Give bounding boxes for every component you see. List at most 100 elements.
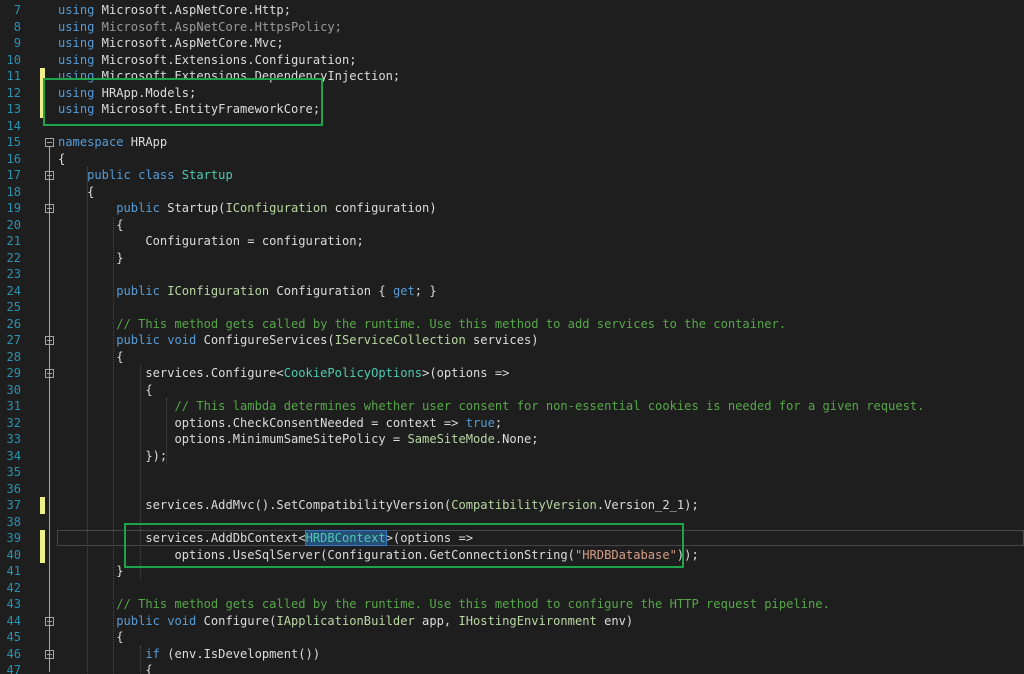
code-line[interactable]: 36 bbox=[0, 481, 1024, 498]
line-number: 36 bbox=[6, 481, 21, 496]
code-line[interactable]: 17 public class Startup bbox=[0, 167, 1024, 184]
code-token: using bbox=[58, 19, 95, 34]
code-token: using bbox=[58, 3, 95, 17]
line-number: 40 bbox=[6, 547, 21, 562]
code-token: configuration) bbox=[327, 201, 437, 215]
code-token: { bbox=[58, 663, 153, 674]
line-number: 24 bbox=[6, 283, 21, 298]
line-number: 44 bbox=[6, 613, 21, 628]
code-line[interactable]: 44 public void Configure(IApplicationBui… bbox=[0, 613, 1024, 630]
change-marker bbox=[40, 530, 45, 547]
code-text: options.CheckConsentNeeded = context => … bbox=[58, 415, 502, 432]
line-number: 10 bbox=[6, 52, 21, 67]
code-token: Microsoft.AspNetCore.HttpsPolicy; bbox=[94, 19, 342, 34]
line-number: 43 bbox=[6, 597, 21, 611]
code-line[interactable]: 46 if (env.IsDevelopment()) bbox=[0, 646, 1024, 663]
code-token: IApplicationBuilder bbox=[276, 613, 415, 628]
code-token: get bbox=[392, 283, 415, 298]
code-token: IConfiguration bbox=[225, 201, 328, 215]
code-token: // This method gets called by the runtim… bbox=[116, 597, 830, 611]
code-token: Configuration = configuration; bbox=[58, 234, 364, 248]
code-token: HRApp bbox=[123, 135, 168, 149]
line-number: 32 bbox=[6, 415, 21, 430]
code-token: IServiceCollection bbox=[334, 333, 466, 347]
code-token: public bbox=[116, 283, 160, 298]
code-line[interactable]: 22 } bbox=[0, 250, 1024, 267]
code-text: services.AddMvc().SetCompatibilityVersio… bbox=[58, 497, 699, 514]
code-text: options.MinimumSameSitePolicy = SameSite… bbox=[58, 431, 539, 448]
code-token: services.Configure< bbox=[58, 366, 284, 380]
line-number: 21 bbox=[6, 234, 21, 248]
code-text: { bbox=[58, 382, 152, 399]
code-text: public void ConfigureServices(IServiceCo… bbox=[58, 332, 538, 349]
line-number: 15 bbox=[6, 135, 21, 149]
code-token: (env.IsDevelopment()) bbox=[159, 646, 321, 661]
annotation-box-adddbcontext bbox=[124, 523, 684, 568]
code-line[interactable]: 9 using Microsoft.AspNetCore.Mvc; bbox=[0, 35, 1024, 52]
code-text: Configuration = configuration; bbox=[58, 233, 364, 250]
code-token: { bbox=[58, 151, 66, 166]
code-token: { bbox=[58, 184, 95, 199]
code-line[interactable]: 29 services.Configure<CookiePolicyOption… bbox=[0, 365, 1024, 382]
line-number: 18 bbox=[6, 184, 21, 199]
code-line[interactable]: 15 namespace HRApp bbox=[0, 134, 1024, 151]
indent-guide bbox=[166, 398, 167, 464]
code-token: options.CheckConsentNeeded = context => bbox=[58, 415, 466, 430]
code-line[interactable]: 7 using Microsoft.AspNetCore.Http; bbox=[0, 2, 1024, 19]
code-token: IConfiguration bbox=[167, 283, 270, 298]
indent-guide bbox=[113, 216, 114, 674]
code-token: .Version_2_1); bbox=[596, 498, 699, 512]
code-line[interactable]: 45 { bbox=[0, 629, 1024, 646]
outline-line bbox=[49, 658, 50, 672]
code-token: using bbox=[58, 36, 95, 50]
line-number: 28 bbox=[6, 349, 21, 364]
code-line[interactable]: 27 public void ConfigureServices(IServic… bbox=[0, 332, 1024, 349]
line-number: 12 bbox=[6, 85, 21, 100]
code-line[interactable]: 47 { bbox=[0, 662, 1024, 674]
code-token: options.MinimumSameSitePolicy = bbox=[58, 432, 408, 446]
line-number: 33 bbox=[6, 432, 21, 446]
line-number: 35 bbox=[6, 465, 21, 479]
code-line[interactable]: 37 services.AddMvc().SetCompatibilityVer… bbox=[0, 497, 1024, 514]
code-line[interactable]: 16 { bbox=[0, 151, 1024, 168]
code-line[interactable]: 32 options.CheckConsentNeeded = context … bbox=[0, 415, 1024, 432]
code-text: public IConfiguration Configuration { ge… bbox=[58, 283, 436, 300]
code-line[interactable]: 34 }); bbox=[0, 448, 1024, 465]
code-line[interactable]: 35 bbox=[0, 464, 1024, 481]
code-line[interactable]: 28 { bbox=[0, 349, 1024, 366]
code-line[interactable]: 24 public IConfiguration Configuration {… bbox=[0, 283, 1024, 300]
code-line[interactable]: 10 using Microsoft.Extensions.Configurati… bbox=[0, 52, 1024, 69]
code-token: Configuration { bbox=[269, 283, 393, 298]
code-line[interactable]: 25 bbox=[0, 299, 1024, 316]
code-editor[interactable]: 7 using Microsoft.AspNetCore.Http; 8 using … bbox=[0, 0, 1024, 674]
code-token: CompatibilityVersion bbox=[451, 498, 597, 512]
line-number: 23 bbox=[6, 267, 21, 281]
annotation-box-usings bbox=[43, 78, 323, 126]
line-number: 42 bbox=[6, 580, 21, 595]
code-line[interactable]: 21 Configuration = configuration; bbox=[0, 233, 1024, 250]
line-number: 27 bbox=[6, 333, 21, 347]
line-number: 16 bbox=[6, 151, 21, 166]
code-line[interactable]: 23 bbox=[0, 266, 1024, 283]
code-line[interactable]: 20 { bbox=[0, 217, 1024, 234]
code-line[interactable]: 18 { bbox=[0, 184, 1024, 201]
indent-guide bbox=[140, 645, 141, 674]
code-token: using bbox=[58, 52, 95, 67]
collapse-icon[interactable] bbox=[45, 138, 54, 147]
code-line[interactable]: 30 { bbox=[0, 382, 1024, 399]
code-token: Microsoft.AspNetCore.Http; bbox=[94, 3, 291, 17]
code-line[interactable]: 26 // This method gets called by the run… bbox=[0, 316, 1024, 333]
code-token: .None; bbox=[494, 432, 539, 446]
code-line[interactable]: 43 // This method gets called by the run… bbox=[0, 596, 1024, 613]
line-number: 37 bbox=[6, 498, 21, 512]
code-text: if (env.IsDevelopment()) bbox=[58, 646, 320, 663]
code-token: // This method gets called by the runtim… bbox=[116, 316, 787, 331]
outline-line bbox=[49, 378, 50, 458]
code-line[interactable]: 33 options.MinimumSameSitePolicy = SameS… bbox=[0, 431, 1024, 448]
code-line[interactable]: 42 bbox=[0, 580, 1024, 597]
code-line[interactable]: 31 // This lambda determines whether use… bbox=[0, 398, 1024, 415]
code-line[interactable]: 19 public Startup(IConfiguration configu… bbox=[0, 200, 1024, 217]
code-line[interactable]: 8 using Microsoft.AspNetCore.HttpsPolicy; bbox=[0, 19, 1024, 36]
